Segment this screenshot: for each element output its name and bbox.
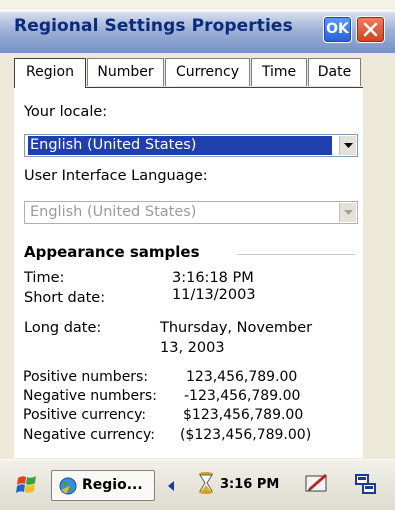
section-divider [237,254,355,255]
appearance-samples-heading: Appearance samples [24,243,200,261]
chevron-down-icon [344,210,353,215]
task-button-label: Regio... [82,477,143,493]
window: Regional Settings Properties OK Region N… [0,0,395,510]
locale-label: Your locale: [24,104,108,120]
tab-date[interactable]: Date [308,58,361,86]
time-value: 3:16:18 PM [172,270,254,286]
tab-time[interactable]: Time [251,58,307,86]
taskbar-clock[interactable]: 3:16 PM [220,477,279,492]
close-button[interactable] [356,16,385,43]
negative-currency-label: Negative currency: [23,427,155,443]
short-date-value: 11/13/2003 [172,287,256,303]
negative-currency-value: ($123,456,789.00) [180,427,312,443]
positive-currency-label: Positive currency: [23,407,147,423]
tab-region[interactable]: Region [14,58,86,89]
connectivity-icon-button[interactable] [355,473,377,499]
positive-currency-value: $123,456,789.00 [183,407,304,423]
title-bar: Regional Settings Properties OK [0,0,395,53]
ui-language-dropdown-button [339,203,356,222]
scroll-left-button[interactable] [167,477,175,496]
tab-currency[interactable]: Currency [165,58,250,86]
network-icon [355,474,376,494]
ui-language-label: User Interface Language: [24,168,208,184]
window-title: Regional Settings Properties [14,16,293,36]
keyboard-pen-icon [305,474,327,492]
locale-value: English (United States) [28,136,332,155]
ui-language-value: English (United States) [30,204,197,220]
taskbar: Regio... 3:16 PM [0,459,395,510]
negative-numbers-value: -123,456,789.00 [184,388,301,404]
chevron-down-icon [344,143,353,148]
time-label: Time: [24,270,65,286]
hourglass-status [196,471,216,499]
hourglass-icon [199,472,213,494]
locale-dropdown-button[interactable] [339,136,356,155]
long-date-value-line1: Thursday, November [160,320,313,336]
windows-flag-icon [16,476,36,493]
long-date-label: Long date: [24,320,102,336]
ui-language-dropdown: English (United States) [24,201,358,224]
long-date-value-line2: 13, 2003 [160,340,225,356]
locale-dropdown[interactable]: English (United States) [24,134,358,157]
left-arrow-icon [168,481,174,491]
globe-icon [59,477,77,495]
negative-numbers-label: Negative numbers: [23,388,157,404]
close-icon [363,22,378,37]
short-date-label: Short date: [24,290,106,306]
positive-numbers-label: Positive numbers: [23,369,149,385]
input-panel-button[interactable] [305,472,329,498]
task-button-regional-settings[interactable]: Regio... [51,470,155,501]
tab-number[interactable]: Number [87,58,164,86]
start-button[interactable] [16,474,40,500]
positive-numbers-value: 123,456,789.00 [186,369,298,385]
ok-button[interactable]: OK [323,16,352,43]
